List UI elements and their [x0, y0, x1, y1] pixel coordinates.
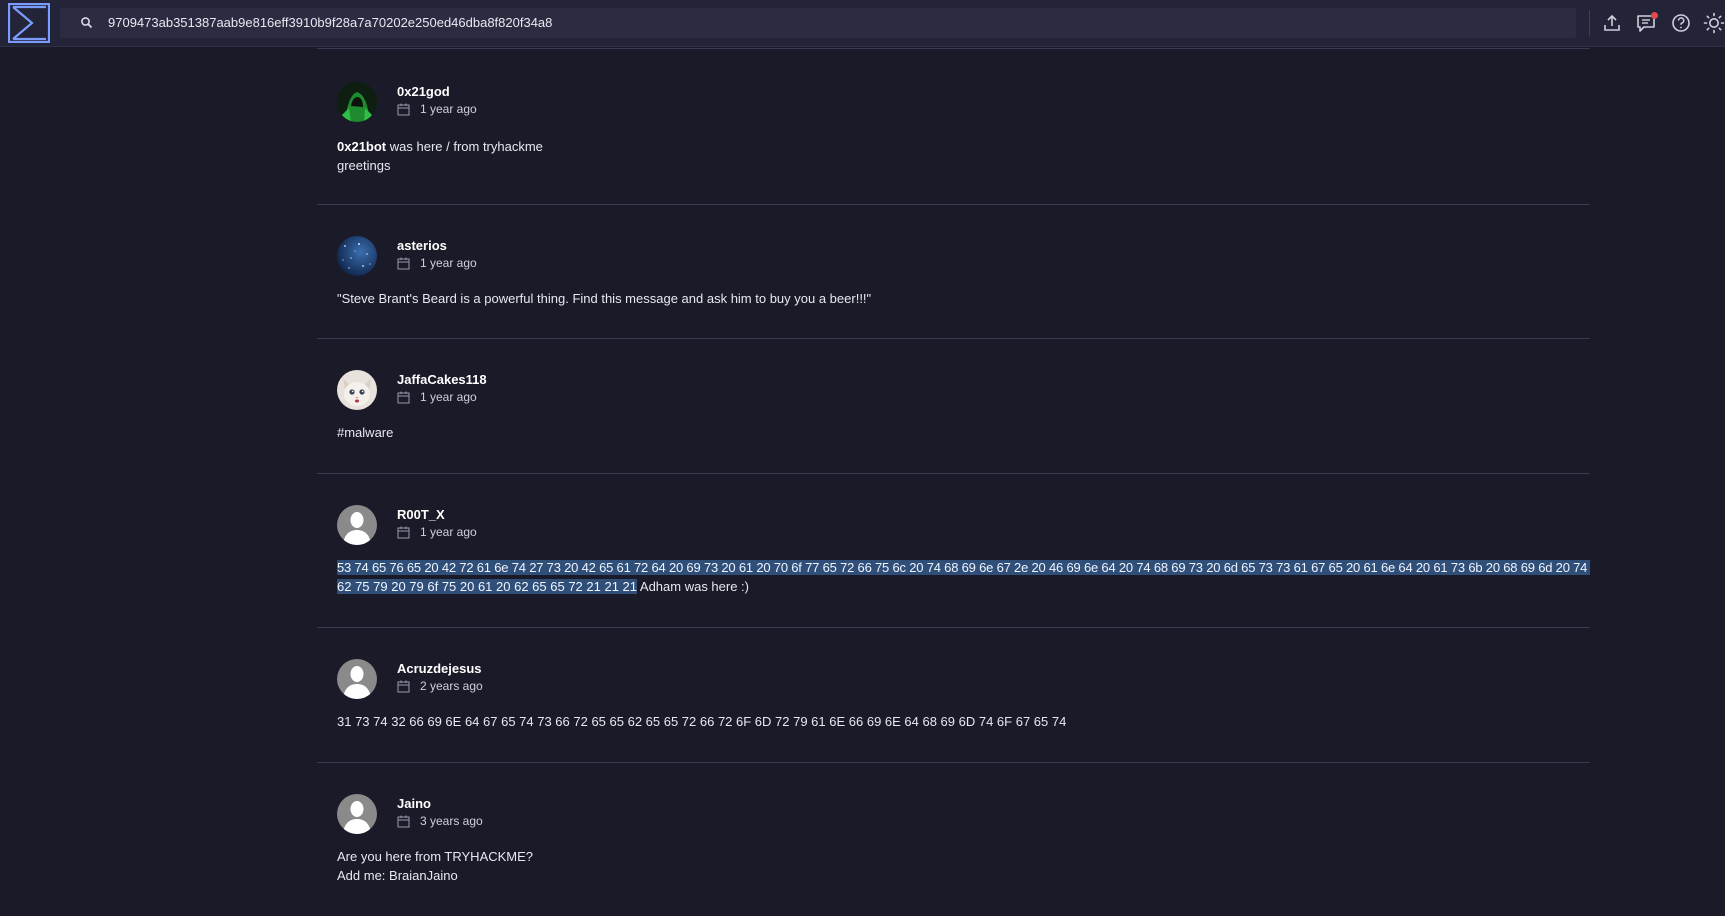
calendar-icon — [397, 815, 410, 828]
comment-author[interactable]: Acruzdejesus — [397, 661, 482, 676]
search-icon — [81, 17, 93, 29]
comment-body: 31 73 74 32 66 69 6E 64 67 65 74 73 66 7… — [337, 714, 1067, 729]
comment-item: 0x21god 1 year ago 0x21bot was here / fr… — [317, 49, 1590, 205]
white-cat-avatar-icon — [337, 370, 377, 410]
calendar-icon — [397, 526, 410, 539]
comment-author[interactable]: Jaino — [397, 796, 431, 811]
comment-text: Adham was here :) — [637, 579, 749, 594]
avatar[interactable] — [337, 505, 377, 545]
comment-author[interactable]: JaffaCakes118 — [397, 372, 487, 387]
community-comments-panel: 0x21god 1 year ago 0x21bot was here / fr… — [317, 47, 1590, 916]
comment-author[interactable]: asterios — [397, 238, 447, 253]
comment-text: Add me: BraianJaino — [337, 868, 458, 883]
avatar[interactable] — [337, 659, 377, 699]
comment-text: greetings — [337, 158, 391, 173]
default-person-avatar-icon — [337, 505, 377, 545]
calendar-icon — [397, 680, 410, 693]
search-bar[interactable]: 9709473ab351387aab9e816eff3910b9f28a7a70… — [60, 8, 1576, 38]
comment-body: "Steve Brant's Beard is a powerful thing… — [337, 291, 872, 306]
comment-author[interactable]: 0x21god — [397, 84, 450, 99]
highlighted-hex-text: 62 75 79 20 79 6f 75 20 61 20 62 65 65 7… — [337, 579, 637, 594]
date-text: 3 years ago — [420, 814, 483, 828]
highlighted-hex-text: 53 74 65 76 65 20 42 72 61 6e 74 27 73 2… — [337, 560, 1590, 575]
comment-item: Jaino 3 years ago Are you here from TRYH… — [317, 763, 1590, 916]
theme-toggle-icon[interactable] — [1703, 12, 1725, 34]
top-bar: 9709473ab351387aab9e816eff3910b9f28a7a70… — [0, 0, 1725, 47]
comment-item: asterios 1 year ago "Steve Brant's Beard… — [317, 205, 1590, 339]
notification-dot — [1651, 12, 1658, 19]
date-text: 2 years ago — [420, 679, 483, 693]
help-icon[interactable] — [1670, 12, 1692, 34]
comment-body: Are you here from TRYHACKME? Add me: Bra… — [337, 847, 1577, 885]
avatar[interactable] — [337, 82, 377, 122]
green-hooded-avatar-icon — [337, 82, 377, 122]
calendar-icon — [397, 391, 410, 404]
avatar[interactable] — [337, 794, 377, 834]
calendar-icon — [397, 103, 410, 116]
avatar[interactable] — [337, 370, 377, 410]
date-text: 1 year ago — [420, 102, 477, 116]
date-text: 1 year ago — [420, 256, 477, 270]
avatar[interactable] — [337, 236, 377, 276]
mention-text: 0x21bot — [337, 139, 387, 154]
default-person-avatar-icon — [337, 659, 377, 699]
comment-item: Acruzdejesus 2 years ago 31 73 74 32 66 … — [317, 628, 1590, 763]
toolbar-divider — [1589, 10, 1590, 36]
upload-icon[interactable] — [1601, 12, 1623, 34]
calendar-icon — [397, 257, 410, 270]
comment-text: was here / from tryhackme — [386, 139, 543, 154]
comment-text: Are you here from TRYHACKME? — [337, 849, 534, 864]
date-text: 1 year ago — [420, 525, 477, 539]
app-logo-icon[interactable] — [8, 3, 50, 43]
comment-body: 0x21bot was here / from tryhackme greeti… — [337, 137, 1577, 175]
default-person-avatar-icon — [337, 794, 377, 834]
comment-body: #malware — [337, 425, 394, 440]
comment-item: R00T_X 1 year ago 53 74 65 76 65 20 42 7… — [317, 474, 1590, 628]
search-input[interactable]: 9709473ab351387aab9e816eff3910b9f28a7a70… — [108, 15, 552, 30]
comment-author[interactable]: R00T_X — [397, 507, 445, 522]
date-text: 1 year ago — [420, 390, 477, 404]
blue-starfield-avatar-icon — [337, 236, 377, 276]
comment-item: JaffaCakes118 1 year ago #malware — [317, 339, 1590, 474]
comment-body: 53 74 65 76 65 20 42 72 61 6e 74 27 73 2… — [337, 558, 1590, 596]
